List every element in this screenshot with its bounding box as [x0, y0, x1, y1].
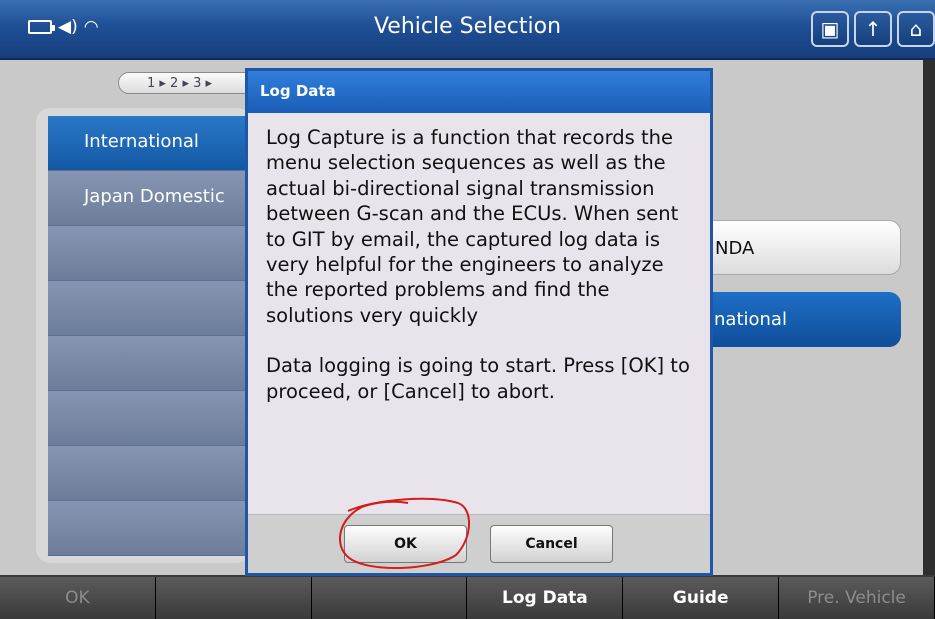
home-icon: ⌂ — [909, 17, 923, 41]
title-bar: ◀) ◠ Vehicle Selection ▣ ↑ ⌂ — [0, 0, 935, 60]
list-item[interactable] — [48, 226, 250, 281]
dialog-body: Log Capture is a function that records t… — [248, 113, 710, 404]
toolbar-button-3[interactable] — [311, 577, 468, 619]
page-title: Vehicle Selection — [373, 14, 562, 39]
manufacturer-button[interactable]: NDA — [696, 220, 901, 275]
log-data-dialog: Log Data Log Capture is a function that … — [245, 68, 713, 576]
list-item-international[interactable]: International — [48, 116, 250, 171]
list-item[interactable] — [48, 281, 250, 336]
toolbar-ok-button[interactable]: OK — [0, 577, 156, 619]
list-item[interactable] — [48, 336, 250, 391]
screen-capture-button[interactable]: ▣ — [811, 11, 849, 47]
vehicle-list: International Japan Domestic — [48, 116, 250, 556]
right-edge — [923, 60, 935, 575]
camera-icon: ▣ — [820, 17, 840, 41]
dialog-instruction: Data logging is going to start. Press [O… — [266, 354, 690, 403]
back-button[interactable]: ↑ — [854, 11, 892, 47]
list-item[interactable] — [48, 501, 250, 556]
dialog-description: Log Capture is a function that records t… — [266, 126, 679, 327]
region-button[interactable]: national — [696, 292, 901, 347]
home-button[interactable]: ⌂ — [897, 11, 935, 47]
ok-button[interactable]: OK — [344, 525, 467, 563]
up-arrow-icon: ↑ — [864, 17, 882, 41]
list-item[interactable] — [48, 446, 250, 501]
dialog-footer: OK Cancel — [248, 514, 710, 573]
toolbar-log-data-button[interactable]: Log Data — [467, 577, 624, 619]
toolbar-button-2[interactable] — [155, 577, 312, 619]
dialog-title: Log Data — [248, 71, 710, 113]
toolbar-pre-vehicle-button[interactable]: Pre. Vehicle — [779, 577, 935, 619]
list-item-japan-domestic[interactable]: Japan Domestic — [48, 171, 250, 226]
bottom-toolbar: OK Log Data Guide Pre. Vehicle — [0, 577, 935, 619]
cancel-button[interactable]: Cancel — [490, 525, 613, 563]
list-item[interactable] — [48, 391, 250, 446]
toolbar-guide-button[interactable]: Guide — [623, 577, 780, 619]
